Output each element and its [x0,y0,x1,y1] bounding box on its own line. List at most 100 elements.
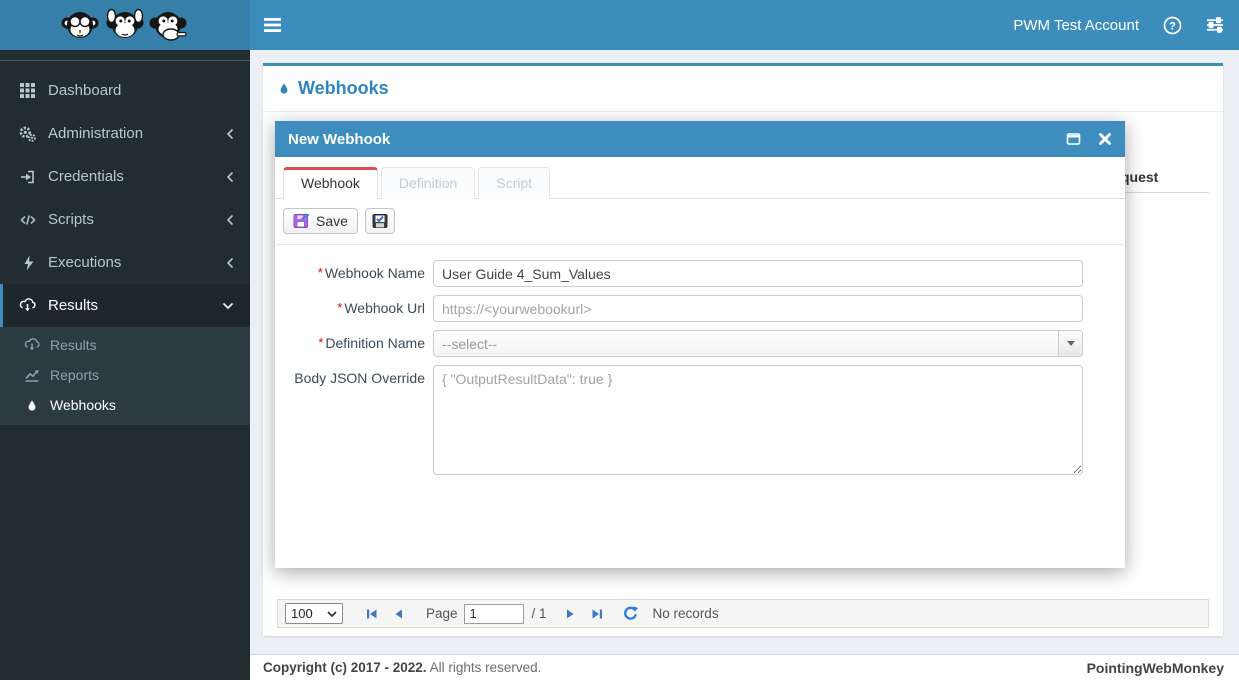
webhook-name-input[interactable] [433,260,1083,287]
sidebar-item-label: Credentials [48,168,124,185]
chevron-left-icon [225,127,235,141]
previous-page-button[interactable] [392,607,406,621]
logo[interactable] [0,0,250,50]
body-json-override-textarea[interactable] [433,365,1083,475]
sidebar-item-dashboard[interactable]: Dashboard [0,69,250,112]
webhook-form: *Webhook Name *Webhook Url *Definition N… [275,245,1125,475]
webhook-url-input[interactable] [433,295,1083,322]
sidebar-item-executions[interactable]: Executions [0,241,250,284]
cloud-download-icon [23,338,40,352]
form-row: Body JSON Override [285,365,1115,475]
tab-label: Definition [399,175,457,191]
sidebar-menu: Dashboard Administration Credentials [0,60,250,425]
last-page-button[interactable] [590,607,604,621]
modal-title: New Webhook [288,131,390,148]
panel-header: Webhooks [263,66,1223,112]
copyright-text: Copyright (c) 2017 - 2022. All rights re… [263,660,541,675]
sidebar-item-label: Executions [48,254,121,271]
definition-name-select[interactable]: --select-- [433,330,1083,357]
tab-definition[interactable]: Definition [381,167,475,199]
save-button[interactable]: Save [283,208,358,234]
help-button[interactable]: ? [1163,16,1182,35]
sign-in-icon [18,169,37,185]
form-row: *Definition Name --select-- [285,330,1115,357]
hamburger-icon [264,18,281,32]
background-table-header-fragment: quest [1121,169,1158,185]
tab-webhook[interactable]: Webhook [283,167,378,199]
footer: Copyright (c) 2017 - 2022. All rights re… [250,654,1239,680]
records-status: No records [653,606,719,621]
sidebar-item-administration[interactable]: Administration [0,112,250,155]
floppy-check-icon [372,213,388,229]
gears-icon [18,126,37,142]
sidebar-item-credentials[interactable]: Credentials [0,155,250,198]
sidebar-subitem-reports[interactable]: Reports [0,360,250,390]
sidebar-item-scripts[interactable]: Scripts [0,198,250,241]
form-row: *Webhook Name [285,260,1115,287]
sidebar-subitem-webhooks[interactable]: Webhooks [0,390,250,420]
bolt-icon [18,255,37,271]
chevron-left-icon [225,170,235,184]
grid-icon [18,83,37,98]
next-page-button[interactable] [563,607,577,621]
application-window: Dashboard Administration Credentials [0,0,1239,680]
webhooks-panel: Webhooks quest New Webhook [263,63,1223,636]
next-page-icon [563,607,577,621]
save-close-button[interactable] [365,208,395,234]
close-button[interactable] [1098,132,1112,146]
grid-pager: 100 Page / 1 [277,599,1209,628]
total-pages: / 1 [532,606,547,621]
page-size-value: 100 [291,606,313,621]
webhook-name-label: *Webhook Name [285,260,433,281]
previous-page-icon [392,607,406,621]
rights-text: All rights reserved. [430,660,542,675]
first-page-button[interactable] [365,607,379,621]
chevron-left-icon [225,256,235,270]
sidebar: Dashboard Administration Credentials [0,0,250,680]
new-webhook-modal: New Webhook Webhook Definition [275,121,1125,568]
sidebar-item-label: Administration [48,125,143,142]
last-page-icon [590,607,604,621]
first-page-icon [365,607,379,621]
tab-bar: Webhook Definition Script [275,166,1125,199]
code-icon [18,212,37,228]
droplet-icon [23,398,40,413]
page-label: Page [426,606,458,621]
background-table-header-divider [1121,192,1209,193]
sidebar-subitem-label: Webhooks [50,397,116,413]
chevron-down-icon [221,301,235,311]
droplet-icon [278,81,290,96]
results-submenu: Results Reports Webhooks [0,327,250,425]
settings-button[interactable] [1206,17,1224,33]
copyright-years: Copyright (c) 2017 - 2022. [263,660,427,675]
question-circle-icon: ? [1163,16,1182,35]
tab-script[interactable]: Script [478,167,550,199]
modal-toolbar: Save [275,199,1125,245]
close-icon [1098,132,1112,146]
chevron-left-icon [225,213,235,227]
page-number-input[interactable] [464,604,524,624]
maximize-icon [1066,132,1081,146]
required-asterisk: * [318,335,323,350]
refresh-button[interactable] [622,605,639,622]
sidebar-toggle-button[interactable] [264,18,281,32]
footer-brand: PointingWebMonkey [1087,660,1224,676]
maximize-button[interactable] [1066,132,1081,146]
form-row: *Webhook Url [285,295,1115,322]
account-name[interactable]: PWM Test Account [1013,17,1139,34]
sidebar-item-label: Scripts [48,211,94,228]
svg-text:?: ? [1169,20,1176,32]
sliders-icon [1206,17,1224,33]
sidebar-item-results[interactable]: Results [0,284,250,327]
tab-label: Webhook [301,175,360,191]
modal-header[interactable]: New Webhook [275,121,1125,157]
save-button-label: Save [316,213,348,229]
sidebar-subitem-results[interactable]: Results [0,330,250,360]
modal-body: Webhook Definition Script Save [275,157,1125,475]
page-size-select[interactable]: 100 [285,603,343,624]
sidebar-subitem-label: Results [50,337,97,353]
definition-name-label: *Definition Name [285,330,433,351]
select-value: --select-- [434,336,1058,352]
content-area: Webhooks quest New Webhook [250,50,1239,654]
select-dropdown-button[interactable] [1058,331,1082,356]
